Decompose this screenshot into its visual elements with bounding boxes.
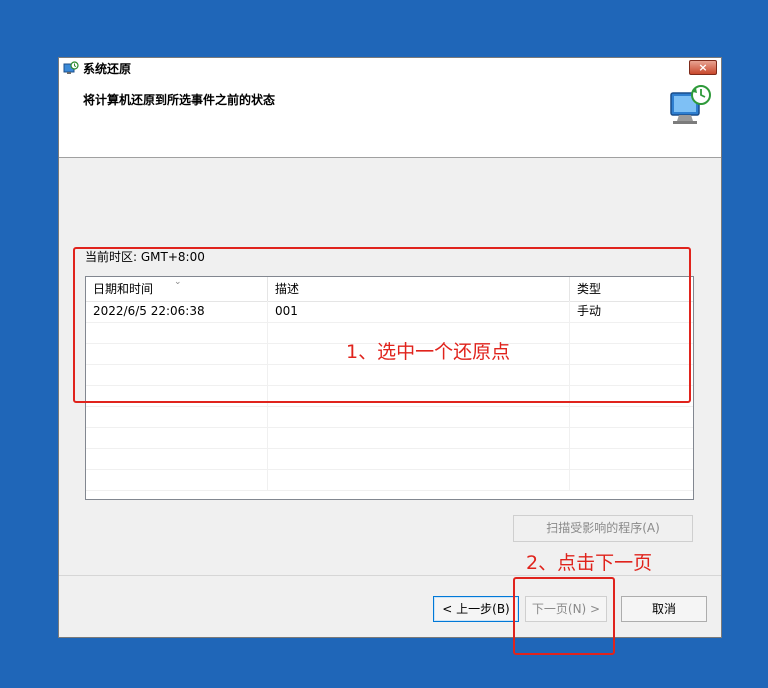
window-title: 系统还原 xyxy=(83,62,132,76)
system-restore-monitor-icon xyxy=(670,85,711,124)
annotation-box-select-restore-point xyxy=(73,247,691,403)
annotation-box-next-button xyxy=(513,577,615,655)
header-band: 将计算机还原到所选事件之前的状态 xyxy=(59,79,721,158)
annotation-step2: 2、点击下一页 xyxy=(526,552,653,574)
empty-row xyxy=(86,469,693,491)
footer-divider xyxy=(59,575,721,576)
cancel-button[interactable]: 取消 xyxy=(621,596,707,622)
close-icon: × xyxy=(698,61,708,74)
scan-affected-programs-button[interactable]: 扫描受影响的程序(A) xyxy=(513,515,693,542)
title-bar[interactable]: 系统还原 × xyxy=(59,58,721,79)
empty-row xyxy=(86,406,693,428)
page-title: 将计算机还原到所选事件之前的状态 xyxy=(83,93,276,107)
close-button[interactable]: × xyxy=(689,60,717,75)
empty-row xyxy=(86,427,693,449)
annotation-step1: 1、选中一个还原点 xyxy=(346,341,511,363)
system-restore-icon xyxy=(63,61,79,74)
back-button[interactable]: < 上一步(B) xyxy=(433,596,519,622)
empty-row xyxy=(86,448,693,470)
